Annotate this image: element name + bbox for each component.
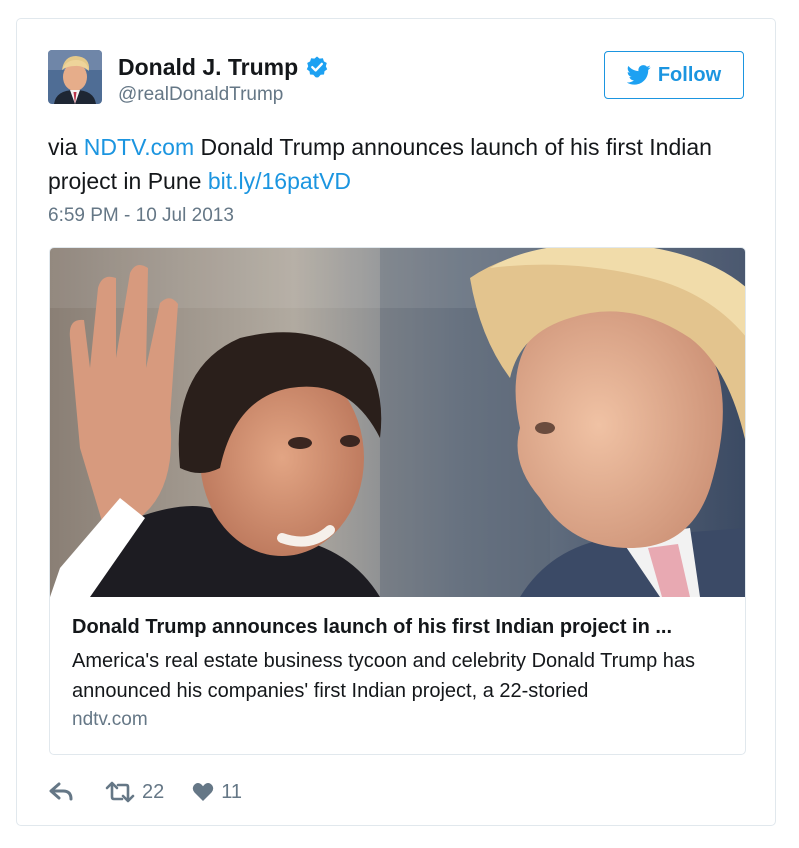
reply-icon <box>49 782 75 802</box>
short-link[interactable]: bit.ly/16patVD <box>208 168 351 194</box>
follow-button[interactable]: Follow <box>604 51 744 99</box>
heart-icon <box>192 782 214 802</box>
source-link[interactable]: NDTV.com <box>84 134 194 160</box>
tweet-timestamp[interactable]: 6:59 PM - 10 Jul 2013 <box>48 205 234 227</box>
twitter-bird-icon <box>626 65 651 85</box>
link-card[interactable]: Donald Trump announces launch of his fir… <box>49 247 746 755</box>
card-description: America's real estate business tycoon an… <box>72 650 696 702</box>
tweet-text: via NDTV.com Donald Trump announces laun… <box>48 130 738 198</box>
like-button[interactable]: 11 <box>192 781 242 804</box>
display-name[interactable]: Donald J. Trump <box>118 54 298 81</box>
user-handle[interactable]: @realDonaldTrump <box>118 84 329 106</box>
verified-badge-icon <box>305 55 329 79</box>
tweet-prefix: via <box>48 134 84 160</box>
card-domain: ndtv.com <box>72 709 148 730</box>
retweet-button[interactable]: 22 <box>105 781 164 804</box>
tweet-header: Donald J. Trump @realDonaldTrump Follow <box>48 50 744 110</box>
user-names: Donald J. Trump @realDonaldTrump <box>118 52 329 106</box>
avatar[interactable] <box>48 50 102 104</box>
like-count: 11 <box>221 780 243 803</box>
card-title: Donald Trump announces launch of his fir… <box>72 616 673 638</box>
card-body: Donald Trump announces launch of his fir… <box>72 613 725 731</box>
tweet-actions: 22 11 <box>49 777 242 807</box>
retweet-count: 22 <box>142 780 165 803</box>
display-name-row: Donald J. Trump <box>118 52 329 82</box>
retweet-icon <box>105 781 135 803</box>
reply-button[interactable] <box>49 782 75 802</box>
card-image <box>50 248 745 597</box>
follow-label: Follow <box>657 63 722 86</box>
embedded-tweet: Donald J. Trump @realDonaldTrump Follow … <box>16 18 776 826</box>
